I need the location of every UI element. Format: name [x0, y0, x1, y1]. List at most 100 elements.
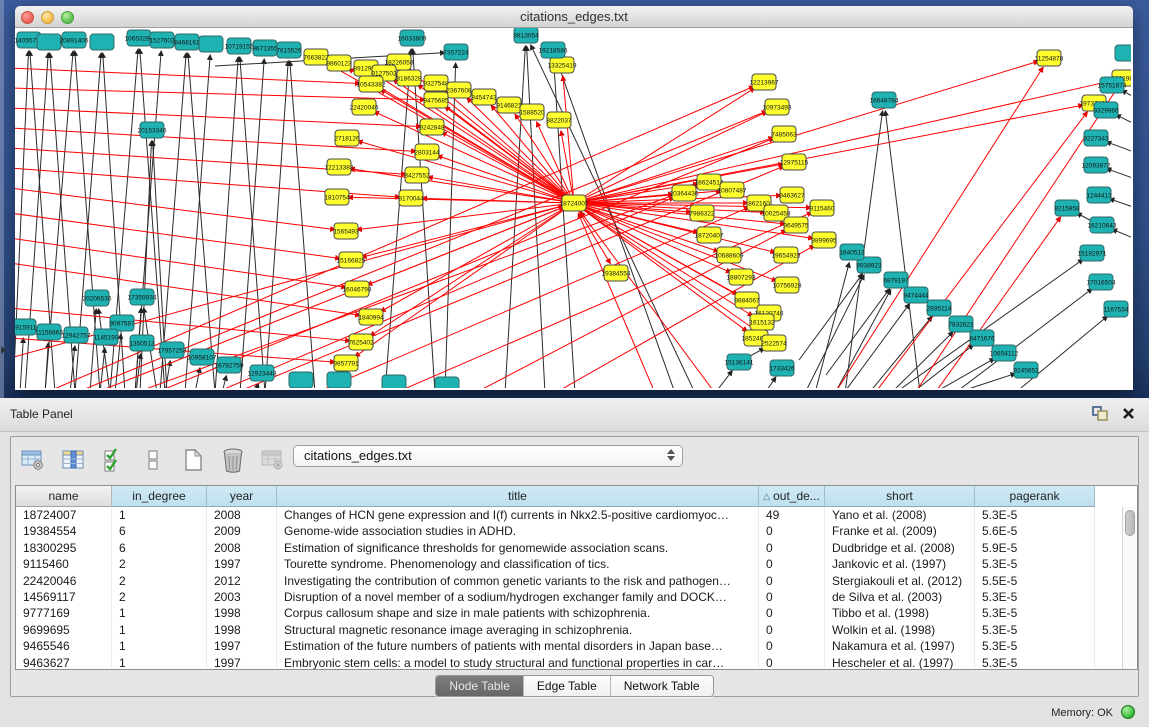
graph-node[interactable]: 20364436: [670, 185, 699, 201]
cell-year[interactable]: 2008: [207, 507, 277, 523]
graph-node[interactable]: 3915911: [15, 319, 37, 335]
cell-pagerank[interactable]: 5.3E-5: [975, 638, 1095, 654]
cell-out-de-[interactable]: 0: [759, 605, 825, 621]
graph-node[interactable]: 12923448: [248, 365, 277, 381]
cell-title[interactable]: Structural magnetic resonance image aver…: [277, 622, 759, 638]
graph-node[interactable]: 20891406: [60, 32, 89, 48]
cell-short[interactable]: Yano et al. (2008): [825, 507, 975, 523]
graph-node[interactable]: 20206536: [83, 290, 112, 306]
cell-title[interactable]: Estimation of significance thresholds fo…: [277, 540, 759, 556]
graph-node[interactable]: 16210643: [1088, 217, 1117, 233]
cell-title[interactable]: Disruption of a novel member of a sodium…: [277, 589, 759, 605]
graph-node[interactable]: 19218586: [539, 42, 568, 58]
table-selector-dropdown[interactable]: citations_edges.txt: [293, 445, 683, 467]
graph-node[interactable]: 13325419: [548, 57, 577, 73]
table-settings-icon[interactable]: [19, 446, 47, 474]
graph-node[interactable]: 15751874: [1098, 77, 1127, 93]
graph-node[interactable]: 12942757: [62, 327, 91, 343]
cell-short[interactable]: Dudbridge et al. (2008): [825, 540, 975, 556]
delete-table-icon[interactable]: [219, 446, 247, 474]
graph-node[interactable]: 1588520: [519, 104, 545, 120]
graph-node[interactable]: 18720407: [695, 227, 724, 243]
graph-node[interactable]: 12093872: [1082, 157, 1111, 173]
graph-node[interactable]: 7357224: [443, 44, 469, 60]
column-header-title[interactable]: title: [277, 486, 759, 507]
graph-node[interactable]: 8170044: [398, 190, 424, 206]
graph-node[interactable]: 20153346: [138, 122, 167, 138]
graph-node[interactable]: 15136141: [725, 354, 754, 370]
cell-pagerank[interactable]: 5.3E-5: [975, 605, 1095, 621]
graph-node[interactable]: 8466161: [174, 34, 200, 50]
graph-node[interactable]: 8822037: [546, 112, 572, 128]
graph-node[interactable]: 9475685: [423, 92, 449, 108]
table-row[interactable]: 1938455462009Genome-wide association stu…: [16, 523, 1122, 539]
cell-name[interactable]: 18300295: [16, 540, 112, 556]
memory-ok-indicator[interactable]: [1121, 705, 1135, 719]
cell-pagerank[interactable]: 5.3E-5: [975, 556, 1095, 572]
table-row[interactable]: 969969511998Structural magnetic resonanc…: [16, 622, 1122, 638]
graph-node[interactable]: [289, 372, 313, 388]
graph-node[interactable]: 1527602: [149, 32, 175, 48]
graph-node[interactable]: 10807487: [718, 182, 747, 198]
table-column-icon[interactable]: [59, 446, 87, 474]
cell-in-degree[interactable]: 2: [112, 573, 207, 589]
cell-title[interactable]: Tourette syndrome. Phenomenology and cla…: [277, 556, 759, 572]
cell-in-degree[interactable]: 1: [112, 655, 207, 669]
cell-pagerank[interactable]: 5.3E-5: [975, 622, 1095, 638]
cell-year[interactable]: 1998: [207, 605, 277, 621]
cell-out-de-[interactable]: 0: [759, 622, 825, 638]
window-titlebar[interactable]: citations_edges.txt: [15, 6, 1133, 28]
graph-node[interactable]: 1145190: [94, 329, 119, 345]
column-header-short[interactable]: short: [825, 486, 975, 507]
cell-name[interactable]: 9115460: [16, 556, 112, 572]
graph-node[interactable]: [90, 34, 114, 50]
graph-node[interactable]: 1733426: [769, 360, 795, 376]
graph-node[interactable]: 16046798: [343, 281, 372, 297]
tab-edge-table[interactable]: Edge Table: [524, 676, 611, 696]
cell-in-degree[interactable]: 2: [112, 589, 207, 605]
graph-node[interactable]: 18807293: [727, 269, 756, 285]
graph-node[interactable]: 2367608: [446, 82, 472, 98]
graph-node[interactable]: 10958107: [188, 349, 217, 365]
graph-node[interactable]: 18724007: [560, 195, 589, 211]
cell-title[interactable]: Estimation of the future numbers of pati…: [277, 638, 759, 654]
column-header-year[interactable]: year: [207, 486, 277, 507]
graph-node[interactable]: 8186328: [396, 70, 422, 86]
cell-short[interactable]: Jankovic et al. (1997): [825, 556, 975, 572]
cell-in-degree[interactable]: 6: [112, 523, 207, 539]
cell-in-degree[interactable]: 1: [112, 507, 207, 523]
graph-node[interactable]: [327, 372, 351, 388]
close-window-button[interactable]: [21, 11, 34, 24]
graph-node[interactable]: 9463627: [779, 187, 805, 203]
graph-node[interactable]: 8471676: [969, 330, 995, 346]
graph-node[interactable]: 7663822: [303, 49, 329, 65]
graph-node[interactable]: 17016504: [1087, 274, 1116, 290]
graph-node[interactable]: 7485063: [771, 126, 797, 142]
select-rows-icon[interactable]: [99, 446, 127, 474]
graph-node[interactable]: 1565493: [333, 223, 359, 239]
cell-out-de-[interactable]: 0: [759, 638, 825, 654]
graph-node[interactable]: 9215958: [1054, 200, 1080, 216]
graph-node[interactable]: 9115460: [810, 200, 835, 216]
graph-node[interactable]: 9857791: [333, 355, 359, 371]
cell-name[interactable]: 19384554: [16, 523, 112, 539]
cell-title[interactable]: Changes of HCN gene expression and I(f) …: [277, 507, 759, 523]
graph-node[interactable]: 16782759: [215, 357, 244, 373]
cell-year[interactable]: 2012: [207, 573, 277, 589]
graph-node[interactable]: 2522574: [761, 335, 787, 351]
graph-node[interactable]: 1640513: [839, 244, 865, 260]
table-row[interactable]: 2242004622012Investigating the contribut…: [16, 573, 1122, 589]
cell-name[interactable]: 22420046: [16, 573, 112, 589]
minimize-window-button[interactable]: [41, 11, 54, 24]
cell-pagerank[interactable]: 5.6E-5: [975, 523, 1095, 539]
tab-network-table[interactable]: Network Table: [611, 676, 713, 696]
cell-name[interactable]: 18724007: [16, 507, 112, 523]
graph-node[interactable]: 2935114: [927, 300, 952, 316]
graph-node[interactable]: 11156863: [35, 324, 63, 340]
graph-node[interactable]: 19654923: [772, 247, 801, 263]
graph-node[interactable]: 2803144: [414, 144, 440, 160]
cell-short[interactable]: de Silva et al. (2003): [825, 589, 975, 605]
cell-out-de-[interactable]: 0: [759, 589, 825, 605]
graph-node[interactable]: 15166825: [337, 252, 366, 268]
cell-year[interactable]: 1997: [207, 638, 277, 654]
